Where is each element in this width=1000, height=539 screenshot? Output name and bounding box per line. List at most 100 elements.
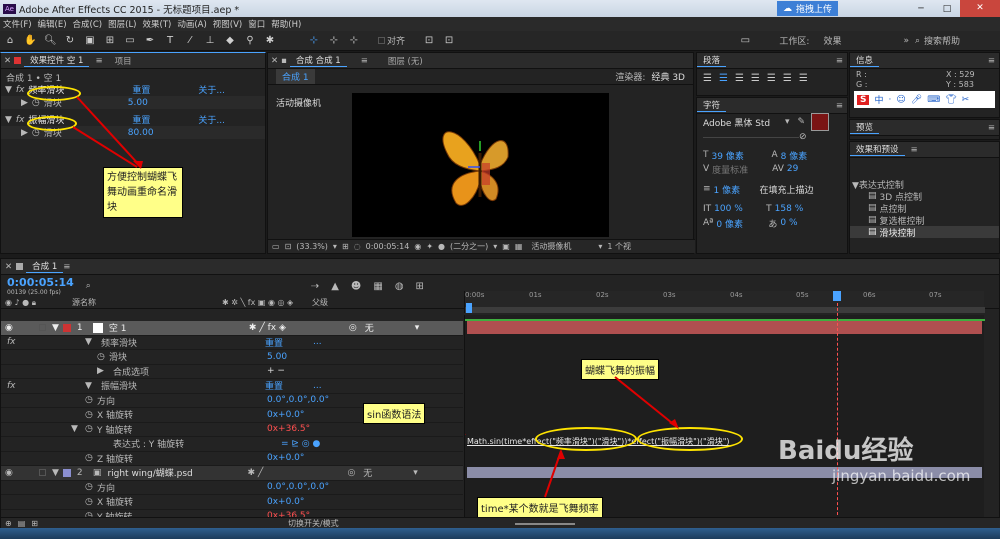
eyedropper-icon[interactable]: ✎ [798,117,806,127]
search-input[interactable]: 搜索帮助 [924,34,994,47]
visibility-icon[interactable]: ◉ [5,468,37,478]
property-row[interactable]: ◷ 方向 0.0°,0.0°,0.0° [1,481,463,495]
axis-view-icon[interactable]: ⊹ [348,35,360,47]
monitor-icon[interactable]: ▭ [739,35,751,47]
menu-layer[interactable]: 图层(L) [108,18,136,30]
motion-blur-icon[interactable]: ◍ [395,281,404,292]
transparency-icon[interactable]: ◌ [354,242,361,251]
draft-3d-icon[interactable]: ▲ [331,281,339,292]
property-value[interactable]: 0.0°,0.0°,0.0° [267,395,329,405]
panel-menu-icon[interactable]: ≡ [988,123,995,133]
about-button[interactable]: ... [313,337,322,347]
stopwatch-icon[interactable]: ◷ [85,482,97,492]
visibility-icon[interactable]: ◉ [5,323,37,333]
skin-icon[interactable]: 👕︎ [945,95,956,105]
text-icon[interactable]: T [164,35,176,47]
property-value[interactable]: 0.0°,0.0°,0.0° [267,482,329,492]
justify-icon[interactable]: ☰ [783,73,792,84]
tab-layer[interactable]: 图层 (无) [382,55,429,67]
rect-icon[interactable]: ▭ [124,35,136,47]
renderer-value[interactable]: 经典 3D [651,70,685,83]
layer-name[interactable]: right wing/蝴蝶.psd [107,466,247,479]
workspace-select[interactable]: 效果 [823,34,903,47]
property-row[interactable]: ▶ 合成选项 + − [1,365,463,379]
property-row[interactable]: ▼ ◷ Y 轴旋转 0x+36.5° [1,423,463,437]
brush-icon[interactable]: ⁄ [184,35,196,47]
camera-select[interactable]: 活动摄像机 [531,241,593,252]
views-select[interactable]: 1 个视 [607,241,631,252]
toggle-transparency-icon[interactable]: ▦ [515,242,523,251]
transfer-icon[interactable]: ⊞ [31,519,38,528]
pan-behind-icon[interactable]: ⊞ [104,35,116,47]
camera-icon[interactable]: ▣ [84,35,96,47]
justify-all-icon[interactable]: ☰ [799,73,808,84]
chevron-down-icon[interactable]: ▾ [493,242,497,251]
vertical-scale-value[interactable]: 100 % [714,204,766,214]
clone-icon[interactable]: ⊥ [204,35,216,47]
snap-edge-icon[interactable]: ⊡ [443,35,455,47]
tab-character[interactable]: 字符 [697,99,727,112]
frame-blend-icon[interactable]: ▦ [373,281,382,292]
hand-icon[interactable]: ✋ [24,35,36,47]
font-select[interactable]: Adobe 黑体 Std [703,116,785,129]
layer-row[interactable]: ◉ ▼ 1 空 1 ✱ ╱ fx ◈ ◎ 无 ▾ [1,321,463,336]
collapsed-arrow-icon[interactable]: ▶ [97,366,113,376]
tab-paragraph[interactable]: 段落 [697,54,727,67]
property-value[interactable]: 0x+0.0° [267,410,304,420]
work-area-start-handle[interactable] [466,303,472,313]
stopwatch-icon[interactable]: ◷ [85,453,97,463]
timeline-current-time[interactable]: 0:00:05:14 [7,276,74,289]
timeline-tracks[interactable]: Math.sin(time*effect("频率滑块")("滑块"))*effe… [464,291,985,525]
chevron-right-icon[interactable]: » [903,36,909,46]
current-time[interactable]: 0:00:05:14 [366,242,410,251]
stopwatch-icon[interactable]: ◷ [85,497,97,507]
grid-icon[interactable]: ⊞ [342,242,349,251]
chevron-down-icon[interactable]: ▾ [785,117,790,127]
keyboard-icon[interactable]: ⌨ [927,95,940,105]
chevron-down-icon[interactable]: ▾ [598,242,602,251]
panel-menu-icon[interactable]: ≡ [836,101,843,111]
label-color[interactable] [62,323,71,332]
solo-box[interactable] [39,324,46,332]
panel-menu-icon[interactable]: ≡ [836,56,843,66]
upload-button[interactable]: ☁ 拖拽上传 [776,1,838,16]
menu-file[interactable]: 文件(F) [3,18,32,30]
close-icon[interactable]: ✕ [960,0,1000,17]
layer-name[interactable]: 空 1 [109,321,249,334]
close-tab-icon[interactable]: ✕ [271,56,278,66]
property-value[interactable]: 0x+0.0° [267,453,304,463]
stroke-mode-select[interactable]: 在填充上描边 [760,183,814,196]
maximize-icon[interactable]: □ [934,4,960,14]
layer-switches-icon[interactable]: ✱ ╱ fx ◈ [249,323,349,333]
no-color-icon[interactable]: ⊘ [799,132,807,142]
region-icon[interactable]: ⊡ [285,242,292,251]
eraser-icon[interactable]: ◆ [224,35,236,47]
font-size-value[interactable]: 39 像素 [712,149,772,162]
resolution-select[interactable]: (二分之一) [450,241,488,252]
fill-color-swatch[interactable] [811,113,830,131]
close-tab-icon[interactable]: ✕ [5,262,12,272]
shy-icon[interactable]: ☻ [351,281,361,292]
col-source-name[interactable]: 源名称 [72,297,222,308]
parent-select[interactable]: 无 [365,321,415,334]
comp-viewport[interactable] [352,93,609,237]
stopwatch-icon[interactable]: ◷ [97,352,109,362]
roi-icon[interactable]: ▣ [502,242,510,251]
zoom-value[interactable]: (33.3%) [296,242,328,251]
punctuation-icon[interactable]: · [889,95,892,105]
col-parent[interactable]: 父级 [312,297,328,308]
sogou-logo-icon[interactable]: S [857,94,870,105]
parent-icon[interactable]: ◎ [349,323,357,333]
baseline-value[interactable]: 0 像素 [716,217,768,230]
menu-edit[interactable]: 编辑(E) [38,18,67,30]
tab-effects-presets[interactable]: 效果和预设 [850,143,905,156]
zoom-icon[interactable]: 🔍︎ [44,35,57,47]
tab-preview[interactable]: 预览 [850,121,880,134]
about-button[interactable]: ... [313,381,322,391]
pin-icon[interactable]: ✱ [264,35,276,47]
tree-group[interactable]: ▼表达式控制 [850,178,999,191]
expand-arrow-icon[interactable]: ▼ [85,381,101,391]
time-ruler[interactable]: 0:00s 01s 02s 03s 04s 05s 06s 07s [464,291,985,313]
rotate-icon[interactable]: ↻ [64,35,76,47]
expand-arrow-icon[interactable]: ▼ [71,424,85,434]
